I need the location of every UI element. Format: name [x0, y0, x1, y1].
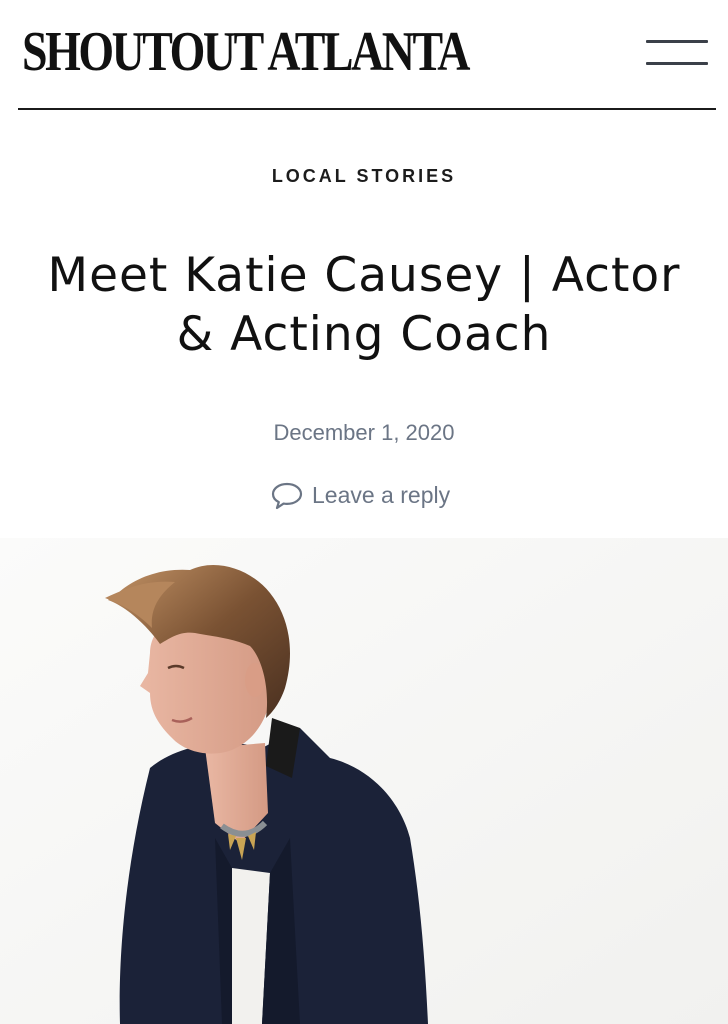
comment-bubble-icon	[270, 478, 304, 512]
page: SHOUTOUT ATLANTA LOCAL STORIES Meet Kati…	[0, 0, 728, 1024]
leave-reply-label: Leave a reply	[312, 481, 451, 508]
article-category[interactable]: LOCAL STORIES	[0, 166, 728, 187]
leave-reply-link[interactable]: Leave a reply	[270, 478, 450, 512]
article-title: Meet Katie Causey | Actor & Acting Coach	[47, 248, 681, 362]
menu-bar-bottom	[646, 62, 708, 65]
site-header: SHOUTOUT ATLANTA	[18, 0, 716, 110]
site-logo[interactable]: SHOUTOUT ATLANTA	[22, 22, 470, 82]
featured-image	[0, 538, 728, 1024]
hamburger-menu-icon[interactable]	[646, 38, 710, 68]
menu-bar-top	[646, 40, 708, 43]
article-date[interactable]: December 1, 2020	[0, 420, 728, 446]
